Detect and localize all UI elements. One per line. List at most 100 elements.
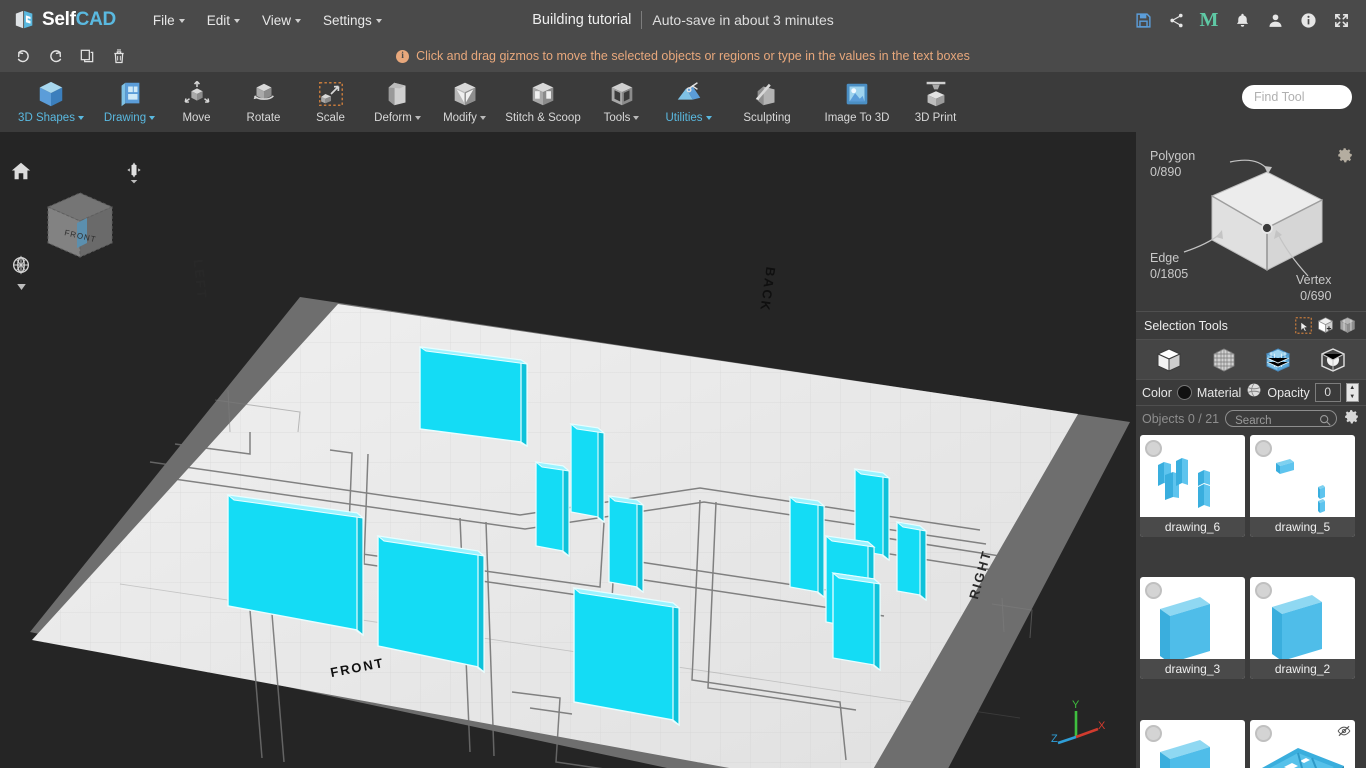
object-select-radio[interactable] (1145, 440, 1162, 457)
marketplace-icon[interactable]: M (1194, 5, 1224, 35)
selfcad-logo-icon (15, 10, 33, 29)
opacity-value[interactable]: 0 (1314, 383, 1341, 402)
tool-label: Utilities (665, 112, 712, 124)
menu-settings[interactable]: Settings (312, 9, 393, 32)
tools-icon (607, 77, 637, 111)
tool-3d-print[interactable]: 3D Print (902, 72, 969, 132)
tool-deform[interactable]: Deform (364, 72, 431, 132)
drawing-sketch-icon (115, 77, 145, 111)
perspective-toggle-icon[interactable] (10, 254, 32, 290)
selection-modes-row (1136, 340, 1366, 380)
menu-edit[interactable]: Edit (196, 9, 251, 32)
chevron-down-icon (633, 115, 640, 120)
tool-label: Modify (443, 112, 486, 124)
tool-label: Rotate (246, 112, 281, 124)
object-select-radio[interactable] (1255, 724, 1272, 742)
object-card-5[interactable] (1140, 719, 1245, 768)
object-select-radio[interactable] (1145, 724, 1162, 742)
tool-sculpting[interactable]: Sculpting (722, 72, 812, 132)
stepper-down[interactable]: ▼ (1347, 393, 1358, 402)
view-orientation-cube[interactable]: FRONT (40, 187, 120, 272)
selfcad-application: SelfCAD File Edit View Settings Building… (0, 0, 1366, 768)
objects-count-label: Objects 0 / 21 (1142, 411, 1220, 426)
tool-3d-shapes[interactable]: 3D Shapes (6, 72, 96, 132)
cube-icon (36, 77, 66, 111)
app-logo[interactable]: SelfCAD (14, 9, 116, 31)
notifications-bell-icon[interactable] (1227, 5, 1257, 35)
stitch-scoop-icon (528, 77, 558, 111)
user-account-icon[interactable] (1260, 5, 1290, 35)
material-label: Material (1196, 385, 1242, 400)
scene-object-wall (569, 423, 606, 524)
rotate-icon (249, 77, 279, 111)
move-arrows-icon (182, 77, 212, 111)
light-settings-icon[interactable] (124, 160, 144, 195)
3d-viewport[interactable]: BACK FRONT RIGHT LEFT FRONT Y X Z (0, 132, 1136, 768)
info-icon[interactable] (1293, 5, 1323, 35)
menu-file[interactable]: File (142, 9, 196, 32)
object-card-drawing-6[interactable]: drawing_6 (1140, 435, 1245, 537)
tool-utilities[interactable]: Utilities (655, 72, 722, 132)
object-name: drawing_5 (1250, 517, 1355, 537)
objects-search[interactable] (1225, 410, 1337, 429)
chevron-down-icon (414, 115, 421, 120)
home-view-icon[interactable] (10, 160, 32, 187)
fullscreen-icon[interactable] (1326, 5, 1356, 35)
save-icon[interactable] (1128, 5, 1158, 35)
topology-counts-section: Polygon 0/890 Edge 0/1805 Vertex 0/690 (1136, 132, 1366, 312)
chevron-down-icon (77, 115, 84, 120)
selection-tools-label: Selection Tools (1144, 318, 1228, 333)
chevron-down-icon (233, 18, 240, 23)
tool-scale[interactable]: Scale (297, 72, 364, 132)
tool-rotate[interactable]: Rotate (230, 72, 297, 132)
tool-modify[interactable]: Modify (431, 72, 498, 132)
chevron-down-icon (294, 18, 301, 23)
menu-items: File Edit View Settings (142, 9, 393, 32)
gear-icon[interactable] (1343, 408, 1360, 430)
vertex-count: Vertex 0/690 (1296, 273, 1332, 303)
object-mode-icon[interactable] (1152, 344, 1186, 376)
material-properties-row: Color Material Opacity 0 ▲ ▼ (1136, 380, 1366, 406)
deform-icon (383, 77, 413, 111)
tool-tools[interactable]: Tools (588, 72, 655, 132)
selection-tools-row: Selection Tools (1136, 312, 1366, 340)
top-right-icons: M (1128, 0, 1356, 40)
material-sphere-icon[interactable] (1246, 382, 1262, 403)
find-tool-input[interactable] (1242, 85, 1352, 109)
vertex-mode-icon[interactable] (1316, 344, 1350, 376)
object-name: drawing_3 (1140, 659, 1245, 680)
tool-drawing[interactable]: Drawing (96, 72, 163, 132)
scene-object-wall (788, 496, 826, 599)
objects-header: Objects 0 / 21 (1136, 406, 1366, 431)
share-icon[interactable] (1161, 5, 1191, 35)
edge-mode-icon[interactable] (1261, 344, 1295, 376)
object-select-radio[interactable] (1255, 440, 1272, 457)
object-card-drawing-3[interactable]: drawing_3 (1140, 577, 1245, 680)
main-toolbar: 3D Shapes Drawing Move Rotate Scale Defo… (0, 72, 1366, 132)
tool-label: Drawing (104, 112, 156, 124)
stepper-up[interactable]: ▲ (1347, 384, 1358, 393)
object-card-6[interactable] (1250, 719, 1355, 768)
eye-off-icon[interactable] (1337, 724, 1351, 743)
autosave-status: Auto-save in about 3 minutes (652, 12, 834, 28)
opacity-label: Opacity (1267, 385, 1310, 400)
loop-select-icon[interactable] (1336, 315, 1358, 337)
polygon-mode-icon[interactable] (1207, 344, 1241, 376)
chevron-down-icon (375, 18, 382, 23)
object-card-drawing-5[interactable]: drawing_5 (1250, 435, 1355, 537)
tool-label: 3D Print (914, 112, 957, 124)
viewport-scene (30, 297, 1130, 768)
add-select-icon[interactable] (1314, 315, 1336, 337)
search-icon (1319, 413, 1331, 431)
color-swatch[interactable] (1176, 385, 1192, 400)
object-card-drawing-2[interactable]: drawing_2 (1250, 577, 1355, 680)
tool-stitch-scoop[interactable]: Stitch & Scoop (498, 72, 588, 132)
opacity-stepper[interactable]: ▲ ▼ (1345, 383, 1359, 402)
tool-label: Stitch & Scoop (505, 112, 581, 124)
menu-view[interactable]: View (251, 9, 312, 32)
scene-object-wall (607, 495, 645, 594)
tool-label: Scale (316, 112, 345, 124)
rectangle-select-icon[interactable] (1292, 315, 1314, 337)
tool-move[interactable]: Move (163, 72, 230, 132)
tool-image-to-3d[interactable]: Image To 3D (812, 72, 902, 132)
